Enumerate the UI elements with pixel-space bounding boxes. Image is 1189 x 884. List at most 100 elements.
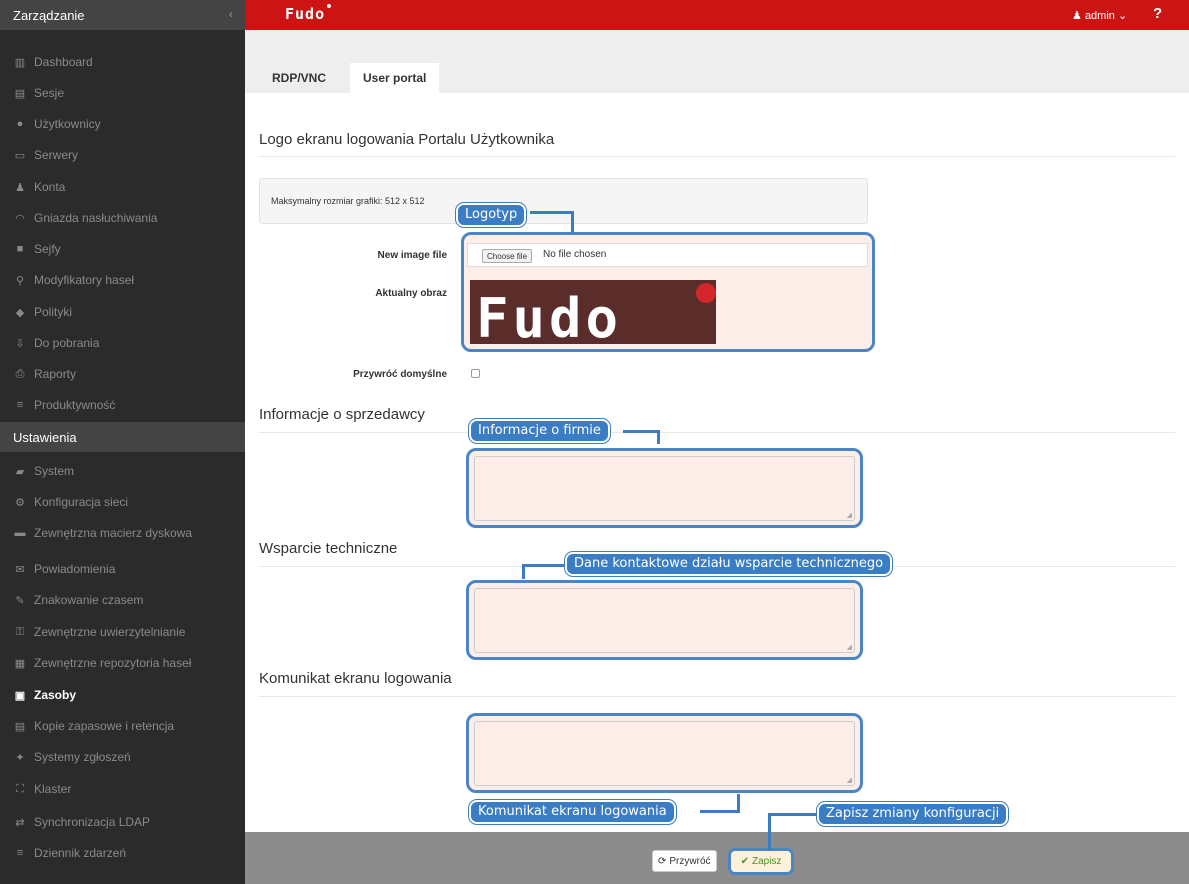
tab-user-portal[interactable]: User portal bbox=[350, 63, 440, 93]
archive-icon: ▤ bbox=[14, 720, 26, 733]
sidebar-item-ldap-sync[interactable]: ⇄ Synchronizacja LDAP bbox=[0, 807, 245, 837]
exchange-icon: ⇄ bbox=[15, 816, 25, 829]
users-icon: ● bbox=[16, 118, 24, 130]
callout-connector bbox=[737, 794, 740, 813]
shield-icon: ◆ bbox=[15, 306, 25, 319]
sidebar-item-label: Dziennik zdarzeń bbox=[34, 846, 127, 860]
choose-file-button[interactable]: Choose file bbox=[482, 249, 533, 263]
sidebar-item-label: Synchronizacja LDAP bbox=[34, 815, 151, 829]
check-icon: ✔ bbox=[740, 856, 749, 867]
logo-dot bbox=[696, 283, 716, 303]
callout-connector bbox=[522, 564, 566, 567]
callout-login-message: Komunikat ekranu logowania bbox=[469, 800, 676, 824]
user-menu[interactable]: ♟ admin ⌄ bbox=[1072, 9, 1127, 22]
sidebar-item-servers[interactable]: ▭ Serwery bbox=[0, 140, 245, 170]
sidebar-item-listeners[interactable]: ◠ Gniazda nasłuchiwania bbox=[0, 203, 245, 233]
reset-button[interactable]: ⟳ Przywróć bbox=[652, 850, 717, 872]
safe-icon: ■ bbox=[16, 243, 24, 255]
sidebar-item-label: Konfiguracja sieci bbox=[34, 495, 129, 509]
help-button[interactable]: ? bbox=[1153, 5, 1162, 22]
sidebar-item-system[interactable]: ▰ System bbox=[0, 456, 245, 486]
sidebar-item-users[interactable]: ● Użytkownicy bbox=[0, 109, 245, 139]
sidebar-section-title: Zarządzanie bbox=[13, 8, 85, 23]
sidebar-item-accounts[interactable]: ♟ Konta bbox=[0, 172, 245, 202]
user-icon: ♟ bbox=[1072, 10, 1082, 22]
sidebar-item-label: System bbox=[34, 464, 75, 478]
sidebar-item-label: Zasoby bbox=[34, 688, 77, 702]
sidebar-item-sessions[interactable]: ▤ Sesje bbox=[0, 78, 245, 108]
footer-bar bbox=[245, 832, 1189, 884]
callout-save-changes: Zapisz zmiany konfiguracji bbox=[817, 802, 1009, 826]
restore-default-checkbox[interactable] bbox=[471, 369, 480, 378]
chevron-left-icon[interactable]: ‹ bbox=[229, 7, 233, 21]
save-button[interactable]: ✔ Zapisz bbox=[728, 848, 794, 875]
sidebar-item-label: Polityki bbox=[34, 305, 73, 319]
callout-connector bbox=[571, 211, 574, 233]
callout-logo: Logotyp bbox=[456, 203, 527, 227]
no-file-text: No file chosen bbox=[543, 249, 607, 260]
sidebar-item-storage[interactable]: ▬ Zewnętrzna macierz dyskowa bbox=[0, 518, 245, 548]
top-bar: Fudo ♟ admin ⌄ ? bbox=[245, 0, 1189, 30]
divider bbox=[259, 432, 1175, 433]
folder-icon: ▬ bbox=[14, 527, 26, 539]
current-logo-text: Fudo bbox=[476, 287, 623, 345]
list-icon: ≡ bbox=[16, 399, 24, 411]
sidebar-item-label: Zewnętrzne uwierzytelnianie bbox=[34, 625, 186, 639]
sidebar-item-label: Użytkownicy bbox=[34, 117, 101, 131]
reset-button-label: Przywróć bbox=[669, 855, 711, 867]
sidebar-item-password-repos[interactable]: ▦ Zewnętrzne repozytoria haseł bbox=[0, 648, 245, 678]
envelope-icon: ✉ bbox=[15, 563, 25, 576]
sidebar-item-external-auth[interactable]: ⚿ Zewnętrzne uwierzytelnianie bbox=[0, 617, 245, 647]
sidebar-item-label: Sesje bbox=[34, 86, 65, 100]
sidebar-item-reports[interactable]: ⎙ Raporty bbox=[0, 359, 245, 389]
callout-connector bbox=[768, 813, 771, 850]
callout-connector bbox=[657, 430, 660, 444]
sidebar-item-event-log[interactable]: ≡ Dziennik zdarzeń bbox=[0, 838, 245, 868]
support-section-title: Wsparcie techniczne bbox=[259, 540, 398, 557]
login-message-section-title: Komunikat ekranu logowania bbox=[259, 670, 452, 687]
sidebar-item-ticket-systems[interactable]: ✦ Systemy zgłoszeń bbox=[0, 742, 245, 772]
sidebar-item-resources[interactable]: ▣ Zasoby bbox=[0, 680, 245, 710]
current-logo-image: Fudo bbox=[470, 280, 716, 344]
sidebar-item-cluster[interactable]: ⛶ Klaster bbox=[0, 774, 245, 804]
tab-rdp-vnc[interactable]: RDP/VNC bbox=[259, 63, 339, 93]
align-justify-icon: ≡ bbox=[16, 847, 24, 859]
sidebar-item-password-changers[interactable]: ⚲ Modyfikatory haseł bbox=[0, 265, 245, 295]
refresh-icon: ⟳ bbox=[658, 855, 667, 867]
sidebar-item-label: Zewnętrzne repozytoria haseł bbox=[34, 656, 192, 670]
callout-company-info: Informacje o firmie bbox=[469, 419, 610, 443]
restore-default-label: Przywróć domyślne bbox=[353, 369, 447, 380]
sidebar: Zarządzanie ‹ ▥ Dashboard ▤ Sesje ● Użytkow… bbox=[0, 0, 245, 884]
sidebar-section-title: Ustawienia bbox=[13, 430, 77, 445]
brand-logo[interactable]: Fudo bbox=[285, 4, 332, 23]
support-contact-textarea[interactable]: ◢ bbox=[474, 588, 855, 653]
sidebar-item-timestamping[interactable]: ✎ Znakowanie czasem bbox=[0, 585, 245, 615]
sidebar-item-label: Klaster bbox=[34, 782, 72, 796]
company-info-textarea[interactable]: ◢ bbox=[474, 456, 855, 521]
sidebar-item-network[interactable]: ⚙ Konfiguracja sieci bbox=[0, 487, 245, 517]
sidebar-item-productivity[interactable]: ≡ Produktywność bbox=[0, 390, 245, 420]
sidebar-item-policies[interactable]: ◆ Polityki bbox=[0, 297, 245, 327]
chevron-down-icon: ⌄ bbox=[1117, 10, 1128, 22]
image-icon: ▣ bbox=[14, 689, 26, 702]
sidebar-item-notifications[interactable]: ✉ Powiadomienia bbox=[0, 554, 245, 584]
ticket-icon: ✦ bbox=[15, 751, 25, 764]
printer-icon: ⎙ bbox=[15, 367, 25, 380]
logo-section-title: Logo ekranu logowania Portalu Użytkownik… bbox=[259, 131, 555, 148]
sidebar-item-safes[interactable]: ■ Sejfy bbox=[0, 234, 245, 264]
sidebar-item-label: Serwery bbox=[34, 148, 79, 162]
login-message-textarea[interactable]: ◢ bbox=[474, 721, 855, 786]
grid-icon: ▦ bbox=[14, 657, 26, 670]
user-key-icon: ♟ bbox=[15, 181, 25, 194]
tab-bar: RDP/VNC User portal bbox=[245, 30, 1189, 93]
sidebar-item-downloads[interactable]: ⇩ Do pobrania bbox=[0, 328, 245, 358]
sidebar-item-backups[interactable]: ▤ Kopie zapasowe i retencja bbox=[0, 711, 245, 741]
sidebar-item-dashboard[interactable]: ▥ Dashboard bbox=[0, 47, 245, 77]
sidebar-item-label: Konta bbox=[34, 180, 66, 194]
file-input[interactable]: Choose file No file chosen bbox=[467, 243, 868, 267]
divider bbox=[259, 156, 1175, 157]
callout-connector bbox=[700, 810, 740, 813]
cluster-icon: ⛶ bbox=[16, 782, 24, 795]
sidebar-item-label: Sejfy bbox=[34, 242, 61, 256]
sidebar-item-label: Zewnętrzna macierz dyskowa bbox=[34, 526, 193, 540]
